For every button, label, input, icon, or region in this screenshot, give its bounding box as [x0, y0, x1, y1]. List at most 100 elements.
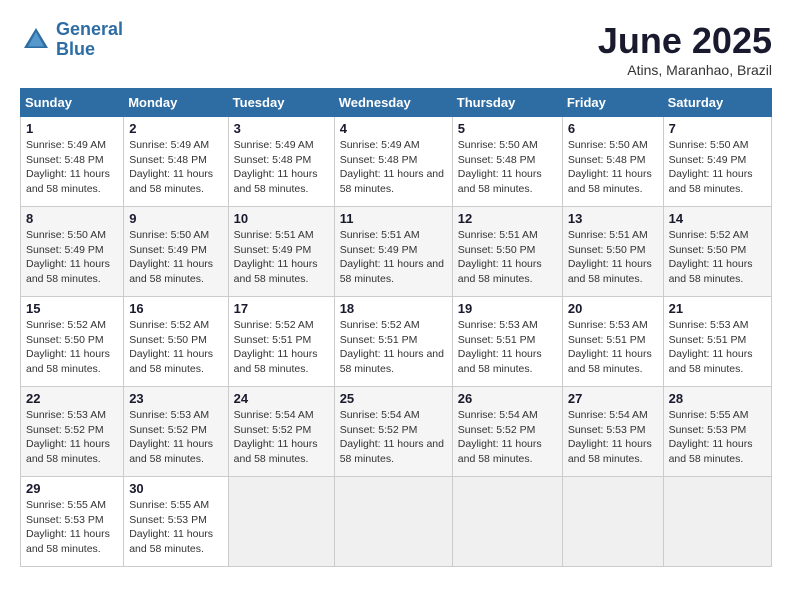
day-number: 23: [129, 391, 222, 406]
calendar-week-3: 15 Sunrise: 5:52 AMSunset: 5:50 PMDayligh…: [21, 297, 772, 387]
day-number: 10: [234, 211, 329, 226]
day-detail: Sunrise: 5:49 AMSunset: 5:48 PMDaylight:…: [340, 138, 447, 197]
day-number: 3: [234, 121, 329, 136]
calendar-cell: [452, 477, 562, 567]
location-subtitle: Atins, Maranhao, Brazil: [598, 62, 772, 78]
calendar-cell: 9 Sunrise: 5:50 AMSunset: 5:49 PMDaylight…: [124, 207, 228, 297]
day-detail: Sunrise: 5:50 AMSunset: 5:49 PMDaylight:…: [129, 228, 222, 287]
day-detail: Sunrise: 5:55 AMSunset: 5:53 PMDaylight:…: [26, 498, 118, 557]
day-detail: Sunrise: 5:51 AMSunset: 5:49 PMDaylight:…: [340, 228, 447, 287]
header-day-thursday: Thursday: [452, 89, 562, 117]
header-day-sunday: Sunday: [21, 89, 124, 117]
calendar-cell: 14 Sunrise: 5:52 AMSunset: 5:50 PMDayligh…: [663, 207, 771, 297]
header-row: SundayMondayTuesdayWednesdayThursdayFrid…: [21, 89, 772, 117]
calendar-cell: 19 Sunrise: 5:53 AMSunset: 5:51 PMDayligh…: [452, 297, 562, 387]
title-area: June 2025 Atins, Maranhao, Brazil: [598, 20, 772, 78]
calendar-cell: 5Sunrise: 5:50 AMSunset: 5:48 PMDaylight…: [452, 117, 562, 207]
header-day-wednesday: Wednesday: [334, 89, 452, 117]
calendar-cell: 25 Sunrise: 5:54 AMSunset: 5:52 PMDayligh…: [334, 387, 452, 477]
day-number: 1: [26, 121, 118, 136]
calendar-cell: 12 Sunrise: 5:51 AMSunset: 5:50 PMDayligh…: [452, 207, 562, 297]
calendar-cell: 7 Sunrise: 5:50 AMSunset: 5:49 PMDaylight…: [663, 117, 771, 207]
day-number: 25: [340, 391, 447, 406]
calendar-week-4: 22 Sunrise: 5:53 AMSunset: 5:52 PMDayligh…: [21, 387, 772, 477]
day-detail: Sunrise: 5:51 AMSunset: 5:50 PMDaylight:…: [568, 228, 658, 287]
day-detail: Sunrise: 5:49 AMSunset: 5:48 PMDaylight:…: [234, 138, 329, 197]
day-detail: Sunrise: 5:50 AMSunset: 5:48 PMDaylight:…: [568, 138, 658, 197]
day-detail: Sunrise: 5:54 AMSunset: 5:52 PMDaylight:…: [234, 408, 329, 467]
calendar-cell: 10 Sunrise: 5:51 AMSunset: 5:49 PMDayligh…: [228, 207, 334, 297]
day-detail: Sunrise: 5:50 AMSunset: 5:49 PMDaylight:…: [26, 228, 118, 287]
logo-text: General Blue: [56, 20, 123, 60]
day-detail: Sunrise: 5:52 AMSunset: 5:51 PMDaylight:…: [234, 318, 329, 377]
day-number: 27: [568, 391, 658, 406]
day-number: 30: [129, 481, 222, 496]
day-number: 14: [669, 211, 766, 226]
day-detail: Sunrise: 5:51 AMSunset: 5:49 PMDaylight:…: [234, 228, 329, 287]
day-detail: Sunrise: 5:53 AMSunset: 5:52 PMDaylight:…: [129, 408, 222, 467]
calendar-cell: 27 Sunrise: 5:54 AMSunset: 5:53 PMDayligh…: [562, 387, 663, 477]
day-number: 13: [568, 211, 658, 226]
calendar-body: 1 Sunrise: 5:49 AMSunset: 5:48 PMDaylight…: [21, 117, 772, 567]
day-number: 8: [26, 211, 118, 226]
day-detail: Sunrise: 5:53 AMSunset: 5:51 PMDaylight:…: [458, 318, 557, 377]
day-number: 22: [26, 391, 118, 406]
day-detail: Sunrise: 5:49 AMSunset: 5:48 PMDaylight:…: [129, 138, 222, 197]
calendar-cell: 30 Sunrise: 5:55 AMSunset: 5:53 PMDayligh…: [124, 477, 228, 567]
calendar-cell: 26 Sunrise: 5:54 AMSunset: 5:52 PMDayligh…: [452, 387, 562, 477]
day-detail: Sunrise: 5:53 AMSunset: 5:52 PMDaylight:…: [26, 408, 118, 467]
calendar-cell: 6 Sunrise: 5:50 AMSunset: 5:48 PMDaylight…: [562, 117, 663, 207]
calendar-cell: 8 Sunrise: 5:50 AMSunset: 5:49 PMDaylight…: [21, 207, 124, 297]
day-detail: Sunrise: 5:52 AMSunset: 5:50 PMDaylight:…: [669, 228, 766, 287]
day-detail: Sunrise: 5:53 AMSunset: 5:51 PMDaylight:…: [568, 318, 658, 377]
calendar-cell: [562, 477, 663, 567]
day-detail: Sunrise: 5:54 AMSunset: 5:52 PMDaylight:…: [340, 408, 447, 467]
calendar-header: SundayMondayTuesdayWednesdayThursdayFrid…: [21, 89, 772, 117]
day-detail: Sunrise: 5:54 AMSunset: 5:52 PMDaylight:…: [458, 408, 557, 467]
logo-icon: [20, 24, 52, 56]
calendar-cell: 28 Sunrise: 5:55 AMSunset: 5:53 PMDayligh…: [663, 387, 771, 477]
day-detail: Sunrise: 5:53 AMSunset: 5:51 PMDaylight:…: [669, 318, 766, 377]
day-number: 19: [458, 301, 557, 316]
day-detail: Sunrise: 5:52 AMSunset: 5:51 PMDaylight:…: [340, 318, 447, 377]
day-number: 20: [568, 301, 658, 316]
calendar-table: SundayMondayTuesdayWednesdayThursdayFrid…: [20, 88, 772, 567]
day-detail: Sunrise: 5:55 AMSunset: 5:53 PMDaylight:…: [129, 498, 222, 557]
day-detail: Sunrise: 5:54 AMSunset: 5:53 PMDaylight:…: [568, 408, 658, 467]
day-detail: Sunrise: 5:49 AMSunset: 5:48 PMDaylight:…: [26, 138, 118, 197]
calendar-cell: 29 Sunrise: 5:55 AMSunset: 5:53 PMDayligh…: [21, 477, 124, 567]
calendar-cell: 21Sunrise: 5:53 AMSunset: 5:51 PMDayligh…: [663, 297, 771, 387]
day-detail: Sunrise: 5:55 AMSunset: 5:53 PMDaylight:…: [669, 408, 766, 467]
day-detail: Sunrise: 5:52 AMSunset: 5:50 PMDaylight:…: [26, 318, 118, 377]
calendar-cell: 4Sunrise: 5:49 AMSunset: 5:48 PMDaylight…: [334, 117, 452, 207]
day-number: 5: [458, 121, 557, 136]
day-number: 28: [669, 391, 766, 406]
day-detail: Sunrise: 5:50 AMSunset: 5:49 PMDaylight:…: [669, 138, 766, 197]
calendar-cell: 17Sunrise: 5:52 AMSunset: 5:51 PMDayligh…: [228, 297, 334, 387]
day-detail: Sunrise: 5:51 AMSunset: 5:50 PMDaylight:…: [458, 228, 557, 287]
day-number: 26: [458, 391, 557, 406]
day-number: 12: [458, 211, 557, 226]
day-number: 15: [26, 301, 118, 316]
day-number: 7: [669, 121, 766, 136]
header-day-monday: Monday: [124, 89, 228, 117]
day-number: 11: [340, 211, 447, 226]
calendar-cell: 2 Sunrise: 5:49 AMSunset: 5:48 PMDaylight…: [124, 117, 228, 207]
day-number: 2: [129, 121, 222, 136]
day-number: 16: [129, 301, 222, 316]
calendar-cell: 20 Sunrise: 5:53 AMSunset: 5:51 PMDayligh…: [562, 297, 663, 387]
calendar-week-2: 8 Sunrise: 5:50 AMSunset: 5:49 PMDaylight…: [21, 207, 772, 297]
calendar-cell: [228, 477, 334, 567]
calendar-week-5: 29 Sunrise: 5:55 AMSunset: 5:53 PMDayligh…: [21, 477, 772, 567]
calendar-cell: 16Sunrise: 5:52 AMSunset: 5:50 PMDayligh…: [124, 297, 228, 387]
calendar-cell: 13 Sunrise: 5:51 AMSunset: 5:50 PMDayligh…: [562, 207, 663, 297]
logo: General Blue: [20, 20, 123, 60]
day-number: 9: [129, 211, 222, 226]
day-number: 29: [26, 481, 118, 496]
header-day-tuesday: Tuesday: [228, 89, 334, 117]
calendar-cell: 3 Sunrise: 5:49 AMSunset: 5:48 PMDaylight…: [228, 117, 334, 207]
day-number: 6: [568, 121, 658, 136]
month-title: June 2025: [598, 20, 772, 62]
header-day-saturday: Saturday: [663, 89, 771, 117]
calendar-cell: [663, 477, 771, 567]
